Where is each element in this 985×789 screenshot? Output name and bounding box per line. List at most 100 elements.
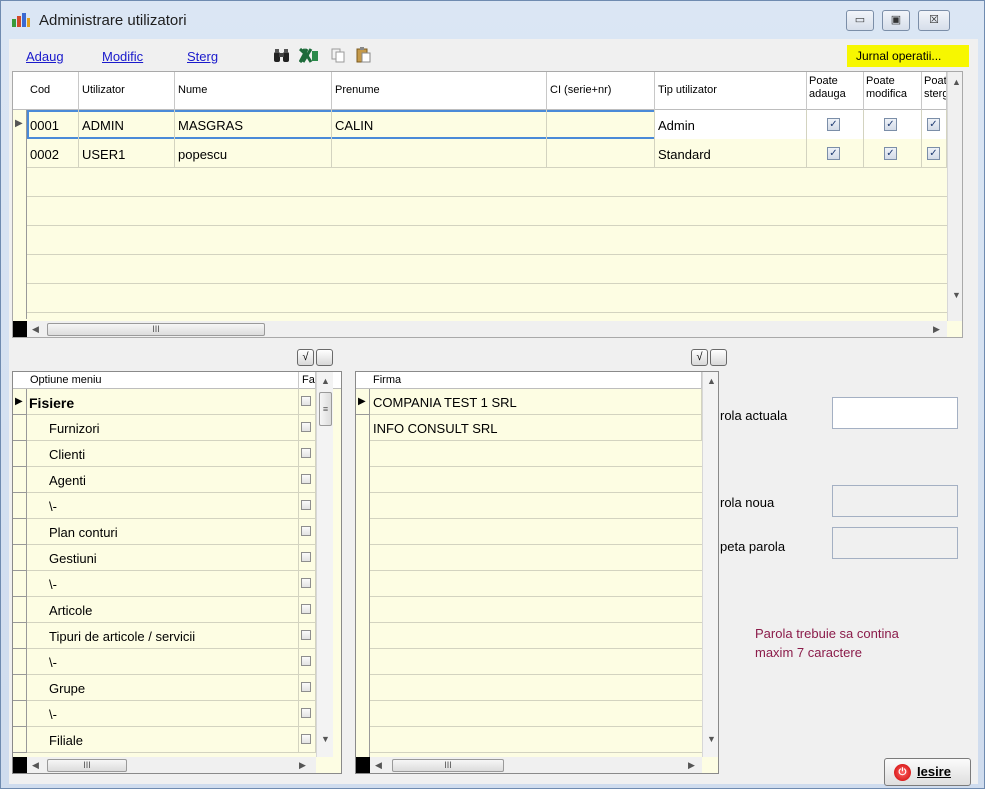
list-item[interactable]: Tipuri de articole / servicii <box>27 623 316 649</box>
row-selector[interactable] <box>13 519 27 545</box>
scroll-up-icon[interactable]: ▲ <box>952 77 961 87</box>
parola-actuala-input[interactable] <box>832 397 958 429</box>
scroll-left-icon[interactable]: ◀ <box>32 760 39 771</box>
scroll-thumb[interactable]: III <box>47 323 265 336</box>
scroll-thumb[interactable]: III <box>47 759 127 772</box>
col-firma[interactable]: Firma <box>370 372 702 389</box>
title-bar[interactable]: Administrare utilizatori ▭ ▣ ☒ <box>1 1 984 37</box>
list-item[interactable]: \- <box>27 701 316 727</box>
menu-option-checkbox[interactable] <box>301 474 311 484</box>
row-selector[interactable] <box>13 467 27 493</box>
list-item[interactable] <box>370 623 702 649</box>
row-selector[interactable] <box>13 545 27 571</box>
list-item[interactable] <box>370 649 702 675</box>
list-item[interactable] <box>370 727 702 753</box>
list-item[interactable]: INFO CONSULT SRL <box>370 415 702 441</box>
list-item[interactable] <box>370 467 702 493</box>
scroll-down-icon[interactable]: ▼ <box>707 734 716 744</box>
modify-link[interactable]: Modific <box>102 49 143 64</box>
list-item[interactable]: Filiale <box>27 727 316 753</box>
col-poate-adauga[interactable]: Poate adauga <box>807 72 864 110</box>
scroll-right-icon[interactable]: ▶ <box>688 760 695 771</box>
firms-grid-vscrollbar[interactable]: ▲ ▼ <box>702 372 718 757</box>
row-selector[interactable] <box>13 675 27 701</box>
col-nume[interactable]: Nume <box>175 72 332 110</box>
menu-option-checkbox[interactable] <box>301 630 311 640</box>
row-selector[interactable] <box>13 649 27 675</box>
table-row[interactable] <box>27 197 962 226</box>
scroll-right-icon[interactable]: ▶ <box>933 324 940 335</box>
list-item[interactable] <box>370 675 702 701</box>
menu-option-checkbox[interactable] <box>301 656 311 666</box>
col-optiune-meniu[interactable]: Optiune meniu <box>27 372 299 389</box>
scroll-thumb[interactable]: ≡ <box>319 392 332 426</box>
table-row[interactable] <box>27 255 962 284</box>
menu-check-all-button[interactable]: √ <box>297 349 314 366</box>
list-item[interactable]: COMPANIA TEST 1 SRL <box>370 389 702 415</box>
checkbox-adauga[interactable]: ✓ <box>827 147 840 160</box>
menu-option-checkbox[interactable] <box>301 734 311 744</box>
list-item[interactable] <box>370 519 702 545</box>
scroll-down-icon[interactable]: ▼ <box>321 734 330 744</box>
firm-check-all-button[interactable]: √ <box>691 349 708 366</box>
paste-icon[interactable] <box>356 47 371 63</box>
scroll-right-icon[interactable]: ▶ <box>299 760 306 771</box>
list-item[interactable]: Furnizori <box>27 415 316 441</box>
scroll-up-icon[interactable]: ▲ <box>707 376 716 386</box>
firms-grid-hscrollbar[interactable]: ◀ III ▶ <box>370 757 702 773</box>
col-poate-modifica[interactable]: Poate modifica <box>864 72 922 110</box>
list-item[interactable] <box>370 493 702 519</box>
close-button[interactable]: ☒ <box>918 10 950 31</box>
scroll-up-icon[interactable]: ▲ <box>321 376 330 386</box>
list-item[interactable]: \- <box>27 649 316 675</box>
col-cod[interactable]: Cod <box>27 72 79 110</box>
col-tip-utilizator[interactable]: Tip utilizator <box>655 72 807 110</box>
table-row[interactable]: 0001 ADMIN MASGRAS CALIN Admin ✓ ✓ ✓ <box>27 110 962 139</box>
row-selector[interactable] <box>13 441 27 467</box>
row-selector[interactable]: ▶ <box>13 389 27 415</box>
col-poate-sterge[interactable]: Poat sterg <box>922 72 947 110</box>
table-row[interactable] <box>27 168 962 197</box>
row-selector[interactable] <box>13 701 27 727</box>
jurnal-operatii-button[interactable]: Jurnal operatii... <box>847 45 969 67</box>
table-row[interactable]: 0002 USER1 popescu Standard ✓ ✓ ✓ <box>27 139 962 168</box>
row-selector[interactable]: ▶ <box>356 389 370 415</box>
list-item[interactable]: Grupe <box>27 675 316 701</box>
list-item[interactable]: Plan conturi <box>27 519 316 545</box>
list-item[interactable]: Gestiuni <box>27 545 316 571</box>
users-grid-hscrollbar[interactable]: ◀ III ▶ <box>27 321 947 337</box>
row-selector[interactable] <box>13 415 27 441</box>
menu-option-checkbox[interactable] <box>301 682 311 692</box>
col-prenume[interactable]: Prenume <box>332 72 547 110</box>
list-item[interactable]: \- <box>27 571 316 597</box>
list-item[interactable] <box>370 441 702 467</box>
menu-option-checkbox[interactable] <box>301 552 311 562</box>
parola-noua-input[interactable] <box>832 485 958 517</box>
list-item[interactable] <box>370 701 702 727</box>
scroll-left-icon[interactable]: ◀ <box>32 324 39 335</box>
table-row[interactable] <box>27 284 962 313</box>
checkbox-modifica[interactable]: ✓ <box>884 118 897 131</box>
repeta-parola-input[interactable] <box>832 527 958 559</box>
menu-grid-hscrollbar[interactable]: ◀ III ▶ <box>27 757 316 773</box>
menu-option-checkbox[interactable] <box>301 396 311 406</box>
scroll-down-icon[interactable]: ▼ <box>952 290 961 300</box>
menu-option-checkbox[interactable] <box>301 448 311 458</box>
list-item[interactable]: Fisiere <box>27 389 316 415</box>
menu-option-checkbox[interactable] <box>301 578 311 588</box>
menu-option-checkbox[interactable] <box>301 526 311 536</box>
list-item[interactable] <box>370 571 702 597</box>
checkbox-modifica[interactable]: ✓ <box>884 147 897 160</box>
checkbox-adauga[interactable]: ✓ <box>827 118 840 131</box>
copy-icon[interactable] <box>331 48 345 63</box>
minimize-button[interactable]: ▭ <box>846 10 874 31</box>
binoculars-icon[interactable] <box>273 48 290 63</box>
delete-link[interactable]: Sterg <box>187 49 218 64</box>
row-selector[interactable] <box>13 571 27 597</box>
row-selector[interactable] <box>13 493 27 519</box>
excel-icon[interactable] <box>299 48 319 63</box>
list-item[interactable] <box>370 597 702 623</box>
checkbox-sterge[interactable]: ✓ <box>927 147 940 160</box>
menu-option-checkbox[interactable] <box>301 708 311 718</box>
row-selector[interactable] <box>13 597 27 623</box>
